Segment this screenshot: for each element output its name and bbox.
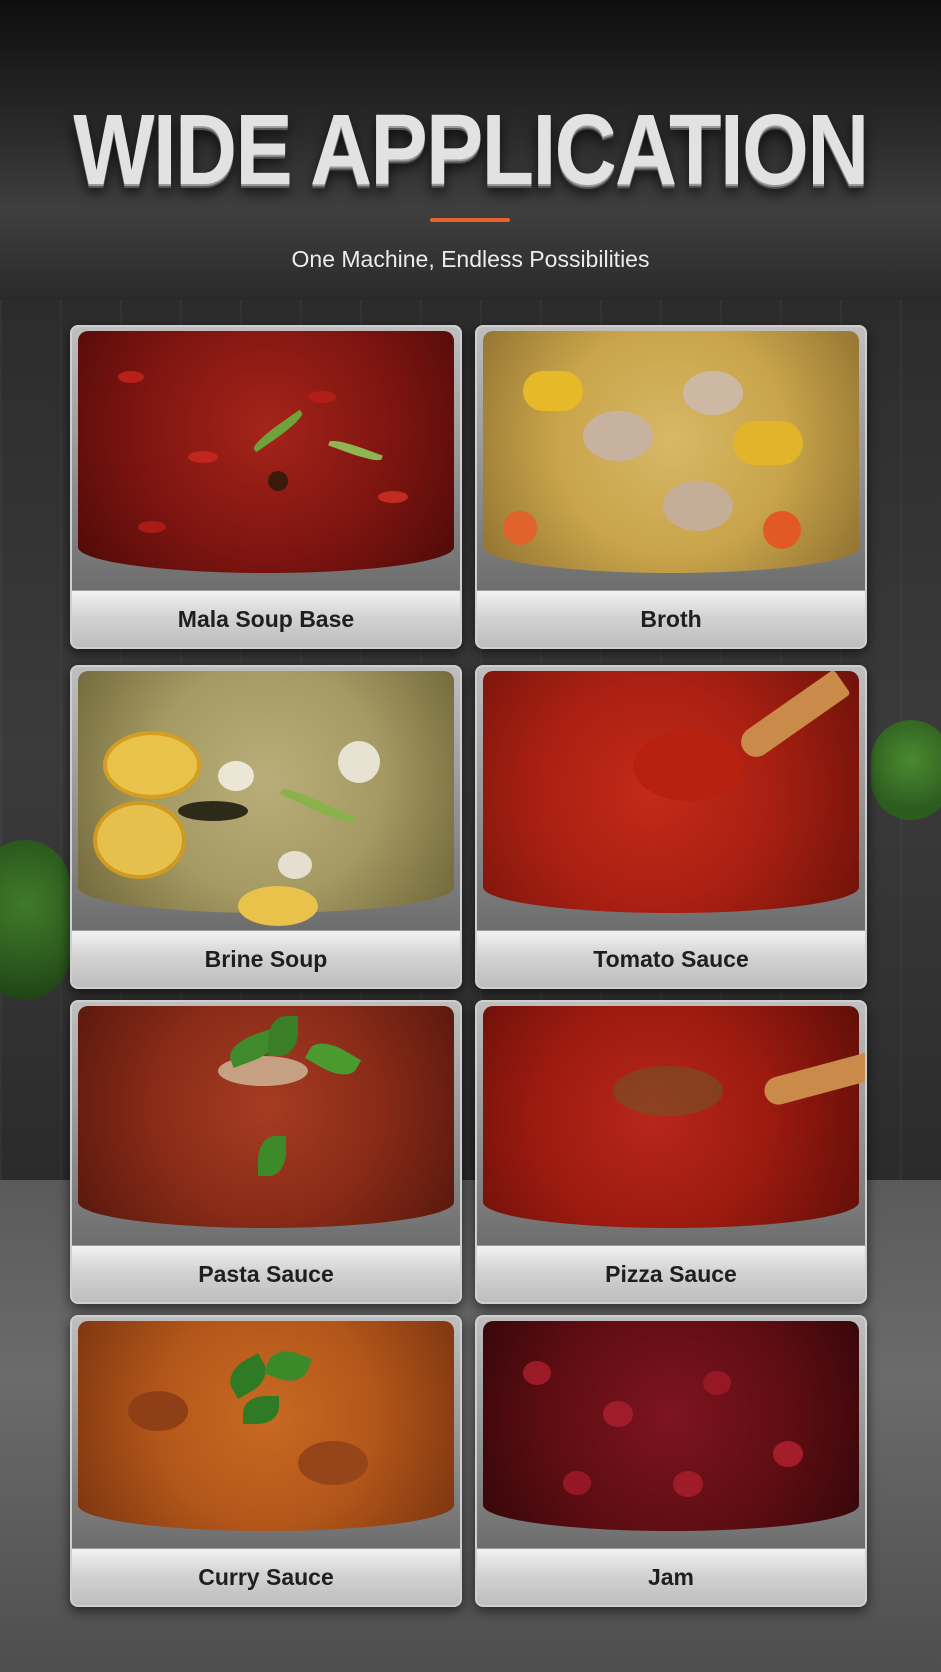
application-card-tomato-sauce: Tomato Sauce [475,665,867,989]
herbs-decoration [871,720,941,820]
application-card-curry-sauce: Curry Sauce [70,1315,462,1607]
pizza-sauce-image [477,1002,865,1246]
application-card-pizza-sauce: Pizza Sauce [475,1000,867,1304]
card-label: Pizza Sauce [477,1245,865,1302]
mala-soup-image [72,327,460,591]
card-label: Jam [477,1548,865,1605]
card-label: Broth [477,590,865,647]
curry-sauce-image [72,1317,460,1549]
application-card-broth: Broth [475,325,867,649]
card-label: Brine Soup [72,930,460,987]
jam-image [477,1317,865,1549]
brine-soup-image [72,667,460,931]
application-card-mala-soup-base: Mala Soup Base [70,325,462,649]
card-label: Pasta Sauce [72,1245,460,1302]
card-label: Mala Soup Base [72,590,460,647]
pasta-sauce-image [72,1002,460,1246]
herbs-decoration [0,840,70,1000]
page-title: WIDE APPLICATION [73,94,869,206]
application-card-pasta-sauce: Pasta Sauce [70,1000,462,1304]
tomato-sauce-image [477,667,865,931]
application-card-jam: Jam [475,1315,867,1607]
broth-image [477,327,865,591]
application-card-brine-soup: Brine Soup [70,665,462,989]
card-label: Curry Sauce [72,1548,460,1605]
card-label: Tomato Sauce [477,930,865,987]
accent-divider [430,218,510,222]
page-subtitle: One Machine, Endless Possibilities [291,246,650,272]
